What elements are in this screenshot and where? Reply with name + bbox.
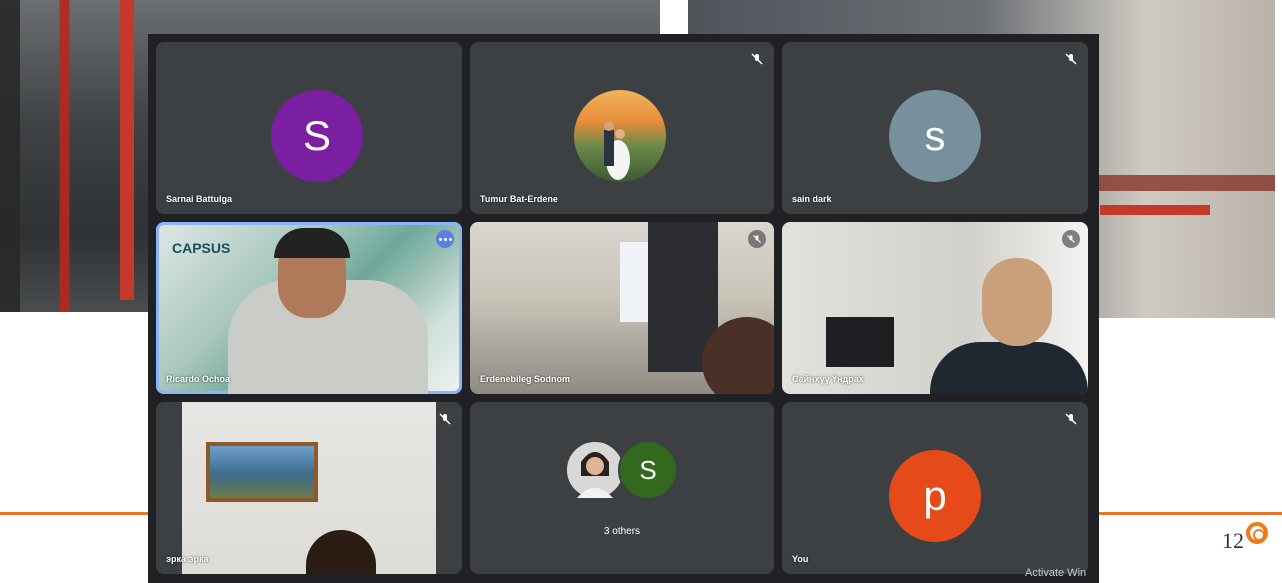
- mic-off-icon: [751, 53, 763, 65]
- participant-name: sain dark: [792, 194, 832, 204]
- background-pipe: [120, 0, 134, 300]
- participant-body: [930, 342, 1088, 394]
- participant-tile-ricardo[interactable]: CAPSUS Ricardo Ochoa: [156, 222, 462, 394]
- participant-name: Сайнхүү Үндрах: [792, 374, 864, 384]
- page-ring-icon: [1246, 522, 1268, 544]
- participant-tile-tumur[interactable]: Tumur Bat-Erdene: [470, 42, 774, 214]
- mic-off-icon: [748, 230, 766, 248]
- headphones-icon: [274, 228, 350, 258]
- participant-name: You: [792, 554, 809, 564]
- more-options-button[interactable]: [436, 230, 454, 248]
- meet-window: S Sarnai Battulga Tumur Bat-Erdene s sai…: [148, 34, 1099, 583]
- activate-windows-watermark: Activate Win: [1025, 567, 1087, 579]
- profile-photo-avatar: [565, 440, 625, 500]
- avatar: S: [271, 90, 363, 182]
- background-pipe-right: [1100, 205, 1210, 215]
- mic-off-icon: [1062, 230, 1080, 248]
- participant-tile-sainkhuu[interactable]: Сайнхүү Үндрах: [782, 222, 1088, 394]
- mic-off-icon: [1065, 413, 1077, 425]
- participant-tile-sarnai[interactable]: S Sarnai Battulga: [156, 42, 462, 214]
- presentation-slide: 12 S Sarnai Battulga Tumur Bat-Erdene s …: [0, 0, 1282, 583]
- participant-tile-sain-dark[interactable]: s sain dark: [782, 42, 1088, 214]
- wall-painting: [206, 442, 318, 502]
- monitor: [826, 317, 894, 367]
- participant-name: Ricardo Ochoa: [166, 374, 231, 384]
- avatar: S: [618, 440, 678, 500]
- capsus-logo: CAPSUS: [172, 240, 231, 256]
- mic-off-icon: [1065, 53, 1077, 65]
- participant-tile-others[interactable]: S 3 others: [470, 402, 774, 574]
- participant-face: [982, 258, 1052, 346]
- participant-name: эрка эрка: [166, 554, 209, 564]
- profile-photo-avatar: [574, 90, 666, 182]
- avatar: s: [889, 90, 981, 182]
- mic-off-icon: [439, 413, 451, 425]
- others-count: 3 others: [603, 526, 641, 537]
- participant-tile-erka[interactable]: эрка эрка: [156, 402, 462, 574]
- participant-tile-you[interactable]: p You: [782, 402, 1088, 574]
- participant-name: Sarnai Battulga: [166, 194, 233, 204]
- page-number: 12: [1222, 528, 1244, 553]
- participant-name: Tumur Bat-Erdene: [480, 194, 558, 204]
- avatar: p: [889, 450, 981, 542]
- participant-tile-erdenebileg[interactable]: Erdenebileg Sodnom: [470, 222, 774, 394]
- participant-name: Erdenebileg Sodnom: [480, 374, 571, 384]
